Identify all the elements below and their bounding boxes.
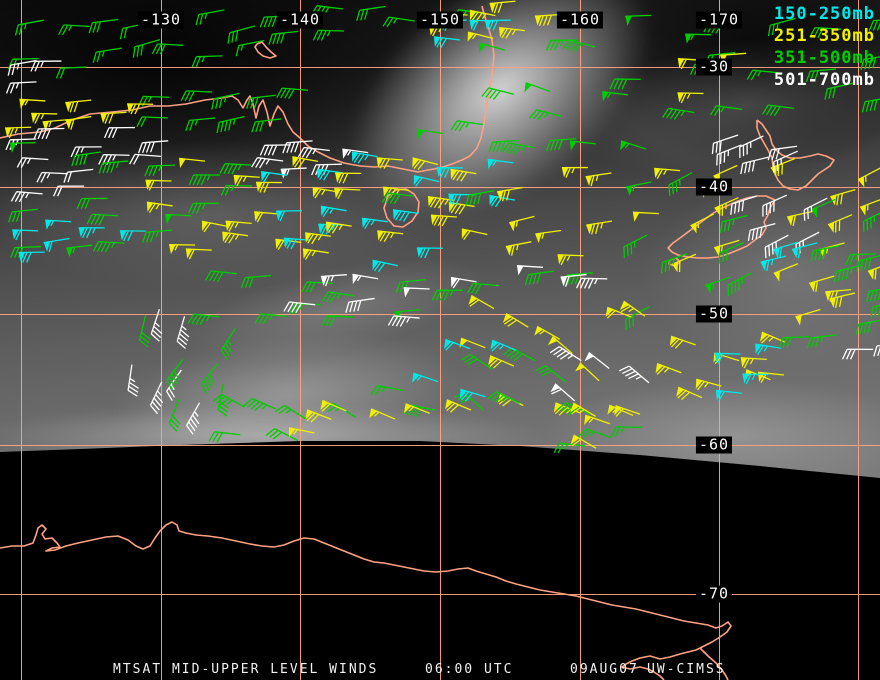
latitude-label: -30 (695, 58, 733, 76)
longitude-label: -170 (695, 11, 743, 29)
latitude-label: -40 (695, 178, 733, 196)
latitude-label: -50 (695, 305, 733, 323)
mtsat-wind-map: -130 -140 -150 -160 -170 -30 -40 -50 -60 -70 150-… (0, 0, 880, 680)
legend-item-150-250mb: 150-250mb (773, 4, 875, 24)
caption-product: MTSAT MID-UPPER LEVEL WINDS (113, 662, 379, 677)
caption-time: 06:00 UTC (425, 662, 514, 677)
latitude-label: -60 (695, 436, 733, 454)
pressure-level-legend: 150-250mb 251-350mb 351-500mb 501-700mb (774, 3, 875, 91)
caption-credit: UW-CIMSS (647, 662, 726, 677)
legend-item-501-700mb: 501-700mb (773, 70, 875, 90)
legend-item-351-500mb: 351-500mb (773, 48, 875, 68)
caption-bar: MTSAT MID-UPPER LEVEL WINDS 06:00 UTC 09… (0, 660, 880, 680)
caption-date: 09AUG07 (570, 662, 639, 677)
latitude-label: -70 (695, 585, 733, 603)
longitude-label: -130 (137, 11, 185, 29)
longitude-label: -150 (416, 11, 464, 29)
longitude-label: -160 (556, 11, 604, 29)
legend-item-251-350mb: 251-350mb (773, 26, 875, 46)
grid-label-layer: -130 -140 -150 -160 -170 -30 -40 -50 -60 -70 (0, 0, 880, 680)
longitude-label: -140 (276, 11, 324, 29)
